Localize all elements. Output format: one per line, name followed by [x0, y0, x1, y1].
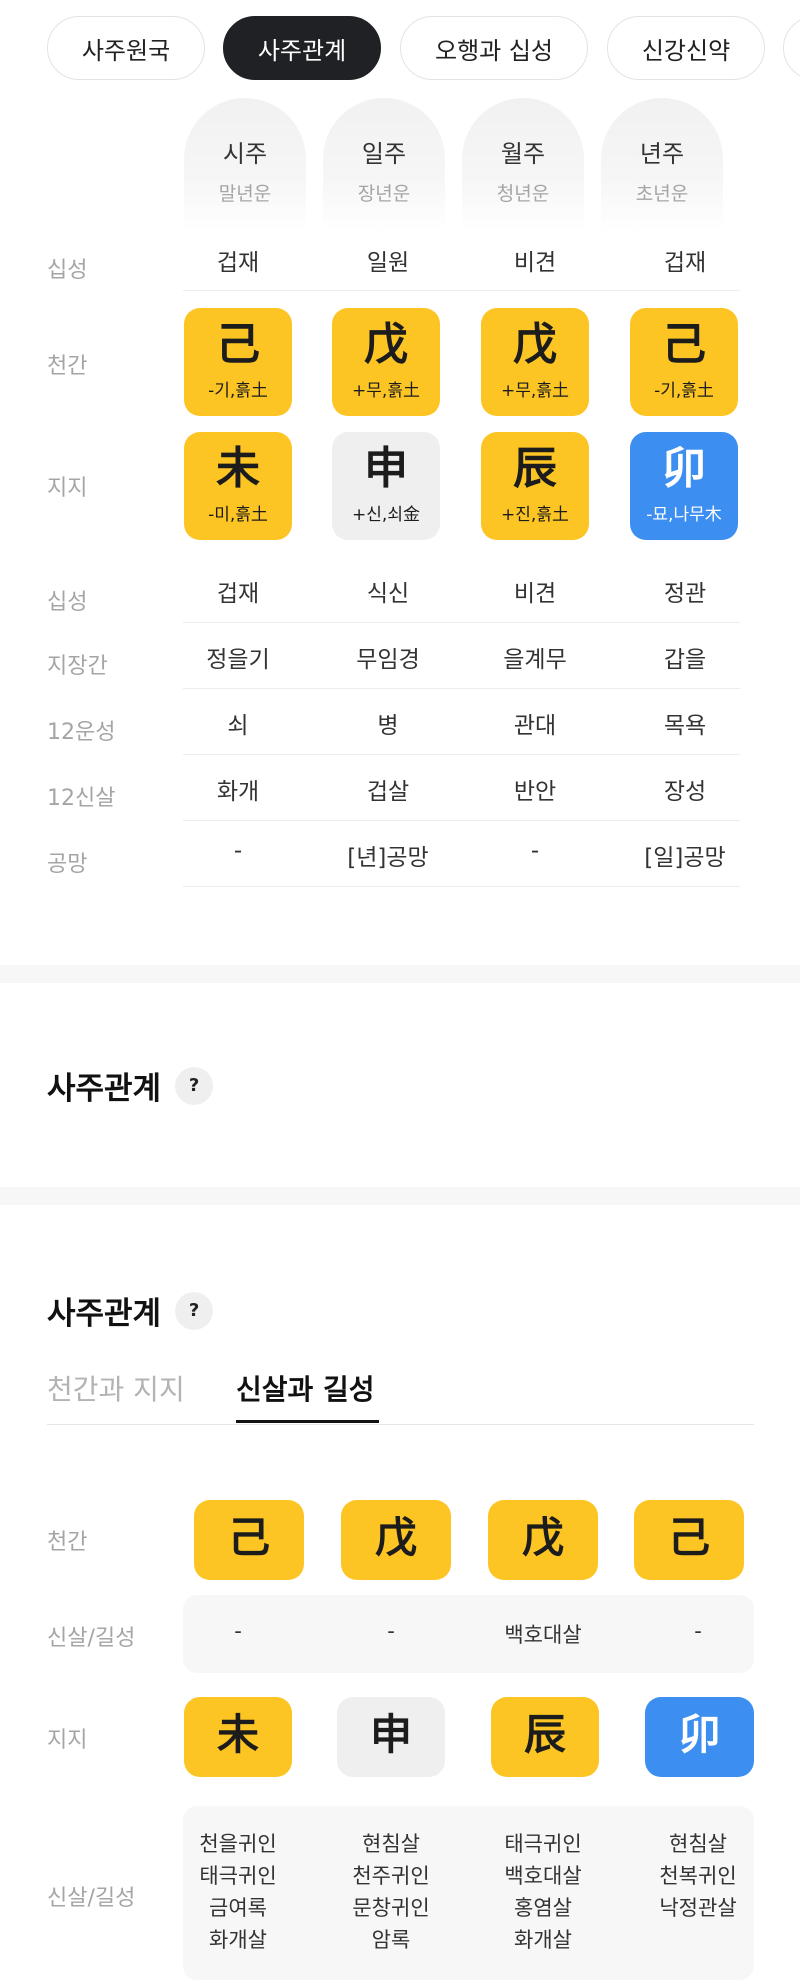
subtab-sinsal-gilseong[interactable]: 신살과 길성	[236, 1368, 375, 1408]
row-divider	[183, 622, 740, 623]
table-cell: 비견	[513, 581, 557, 607]
table-cell: 갑을	[663, 647, 707, 673]
row-label-sinsal-bottom: 신살/길성	[47, 1886, 136, 1911]
relation-cheongan-hour[interactable]: 己	[194, 1500, 304, 1580]
table-cell: 정관	[663, 581, 707, 607]
subtab-active-indicator	[236, 1420, 379, 1423]
row-label-jiji-2: 지지	[47, 1728, 88, 1753]
table-cell: 겁재	[216, 581, 260, 607]
row-label-cheongan-2: 천간	[47, 1530, 88, 1555]
table-cell: 반안	[513, 779, 557, 805]
tab-more[interactable]	[783, 16, 800, 80]
subtab-cheongan-jiji[interactable]: 천간과 지지	[47, 1368, 185, 1408]
sinsal-panel-bottom: 천을귀인 태극귀인 금여록 화개살 현침살 천주귀인 문창귀인 암록 태극귀인 …	[183, 1806, 754, 1980]
help-icon[interactable]: ?	[175, 1291, 214, 1330]
cheongan-hour-box[interactable]: 己 -기,흙土	[184, 308, 292, 416]
jiji-day-box[interactable]: 申 +신,쇠金	[332, 432, 440, 540]
sinsal-cell: 백호대살	[504, 1623, 582, 1647]
row-label-jiji: 지지	[47, 476, 88, 501]
table-cell: 겁살	[366, 779, 410, 805]
table-cell: [일]공망	[644, 845, 726, 871]
sinsal-cell: -	[234, 1619, 242, 1643]
table-cell: 을계무	[503, 647, 567, 673]
row-label-sipseong-bottom: 십성	[47, 590, 88, 615]
row-label-sipseong: 십성	[47, 258, 88, 283]
relation-cheongan-month[interactable]: 戊	[488, 1500, 598, 1580]
table-cell: 목욕	[663, 713, 707, 739]
row-label-jijanggan: 지장간	[47, 654, 108, 679]
jiji-hour-box[interactable]: 未 -미,흙土	[184, 432, 292, 540]
cheongan-month-box[interactable]: 戊 +무,흙土	[481, 308, 589, 416]
row-divider	[183, 754, 740, 755]
column-header-year: 년주 초년운	[601, 98, 723, 232]
sinsal-list-month: 태극귀인 백호대살 홍염살 화개살	[504, 1832, 582, 1952]
tab-saju-wonguk[interactable]: 사주원국	[47, 16, 205, 80]
column-header-hour: 시주 말년운	[184, 98, 306, 232]
sinsal-cell: -	[387, 1619, 395, 1643]
table-cell: 화개	[216, 779, 260, 805]
table-cell: 장성	[663, 779, 707, 805]
section-divider	[0, 1187, 800, 1205]
relation-jiji-day[interactable]: 申	[337, 1697, 445, 1777]
relation-cheongan-year[interactable]: 己	[634, 1500, 744, 1580]
tab-saju-relation[interactable]: 사주관계	[223, 16, 381, 80]
help-icon[interactable]: ?	[175, 1066, 214, 1105]
tab-singang-sinyak[interactable]: 신강신약	[607, 16, 765, 80]
sinsal-list-hour: 천을귀인 태극귀인 금여록 화개살	[199, 1832, 277, 1952]
table-cell: 관대	[513, 713, 557, 739]
jiji-month-box[interactable]: 辰 +진,흙土	[481, 432, 589, 540]
table-cell: -	[530, 838, 540, 864]
table-cell: 비견	[513, 250, 557, 276]
section-title-relation: 사주관계 ?	[47, 1063, 214, 1108]
sinsal-list-year: 현침살 천복귀인 낙정관살	[659, 1832, 737, 1920]
row-label-gongmang: 공망	[47, 852, 88, 877]
top-tab-bar: 사주원국 사주관계 오행과 십성 신강신약	[47, 16, 800, 80]
relation-jiji-year[interactable]: 卯	[645, 1697, 754, 1777]
table-cell: 겁재	[216, 250, 260, 276]
table-cell: -	[233, 838, 243, 864]
table-cell: 병	[377, 713, 399, 739]
table-cell: 일원	[366, 250, 410, 276]
table-cell: [년]공망	[347, 845, 429, 871]
section-title-relation-detail: 사주관계 ?	[47, 1288, 214, 1333]
sinsal-list-day: 현침살 천주귀인 문창귀인 암록	[352, 1832, 430, 1952]
column-header-day: 일주 장년운	[323, 98, 445, 232]
row-divider	[183, 820, 740, 821]
row-divider	[183, 886, 740, 887]
row-label-sinsal: 12신살	[47, 786, 116, 811]
relation-jiji-hour[interactable]: 未	[184, 1697, 292, 1777]
sub-tab-bar: 천간과 지지 신살과 길성	[47, 1368, 754, 1425]
sinsal-cell: -	[694, 1619, 702, 1643]
table-cell: 정을기	[206, 647, 270, 673]
row-divider	[183, 290, 740, 291]
table-cell: 식신	[366, 581, 410, 607]
column-header-month: 월주 청년운	[462, 98, 584, 232]
relation-jiji-month[interactable]: 辰	[491, 1697, 599, 1777]
table-cell: 무임경	[356, 647, 420, 673]
relation-cheongan-day[interactable]: 戊	[341, 1500, 451, 1580]
cheongan-year-box[interactable]: 己 -기,흙土	[630, 308, 738, 416]
cheongan-day-box[interactable]: 戊 +무,흙土	[332, 308, 440, 416]
sinsal-panel-top: - - 백호대살 -	[183, 1595, 754, 1673]
table-cell: 쇠	[227, 713, 249, 739]
tab-ohaeng-sipseong[interactable]: 오행과 십성	[400, 16, 588, 80]
section-divider	[0, 965, 800, 983]
row-label-unseong: 12운성	[47, 720, 116, 745]
row-label-cheongan: 천간	[47, 354, 88, 379]
table-cell: 겁재	[663, 250, 707, 276]
row-label-sinsal-top: 신살/길성	[47, 1626, 136, 1651]
jiji-year-box[interactable]: 卯 -묘,나무木	[630, 432, 738, 540]
row-divider	[183, 688, 740, 689]
